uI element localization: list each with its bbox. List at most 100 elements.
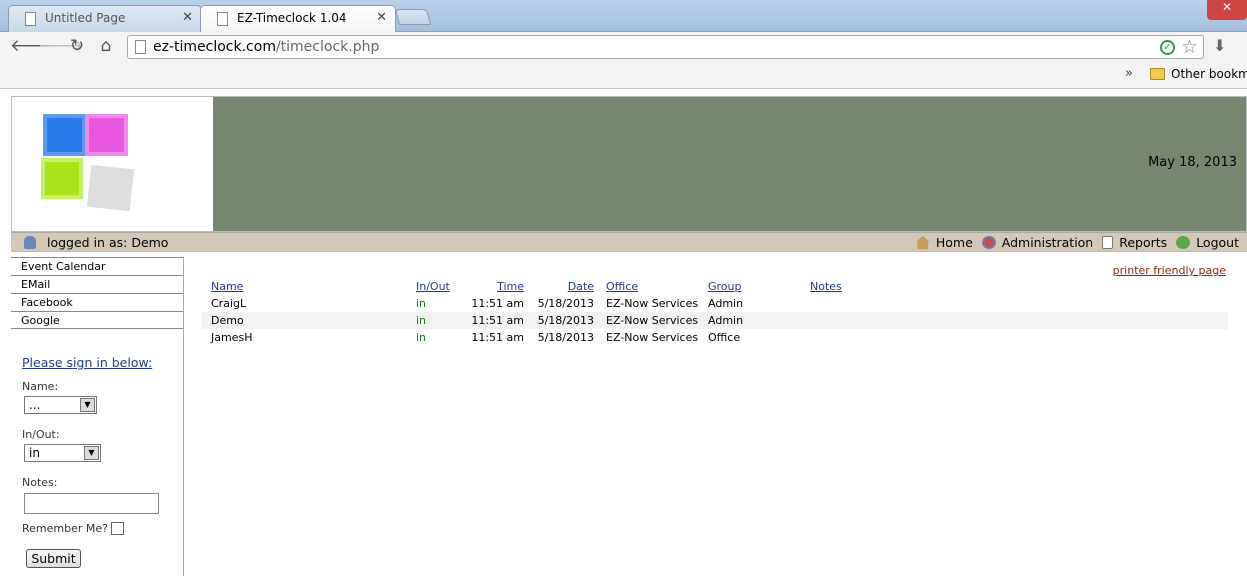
new-tab-button[interactable]: [394, 9, 432, 25]
cell-name: JamesH: [211, 331, 253, 344]
sidebar-link-email[interactable]: EMail: [11, 275, 183, 293]
cell-date: 5/18/2013: [537, 331, 594, 344]
notes-label: Notes:: [22, 476, 58, 489]
forward-arrow-icon[interactable]: 🡒: [38, 36, 84, 56]
home-icon: [915, 236, 930, 249]
browser-tab-ez-timeclock[interactable]: EZ-Timeclock 1.04 ✕: [200, 5, 396, 33]
reports-icon: [1102, 236, 1114, 249]
cell-name: Demo: [211, 314, 244, 327]
logo-square-green: [41, 158, 83, 199]
cell-time: 11:51 am: [471, 314, 524, 327]
cell-group: Admin: [708, 314, 744, 327]
column-header-name[interactable]: Name: [211, 280, 243, 293]
logo-square-blue: [43, 114, 86, 156]
notes-input[interactable]: [24, 493, 159, 514]
nav-logout-label: Logout: [1196, 235, 1239, 250]
cell-office: EZ-Now Services: [606, 297, 699, 310]
timeclock-table: Name In/Out Time Date Office Group Notes…: [202, 278, 1228, 346]
window-close-button[interactable]: ✕: [1207, 0, 1247, 20]
back-arrow-icon[interactable]: 🡐: [10, 36, 56, 56]
table-row: CraigL in 11:51 am 5/18/2013 EZ-Now Serv…: [202, 295, 1228, 312]
browser-tab-untitled[interactable]: Untitled Page ✕: [8, 5, 202, 32]
cell-group: Admin: [708, 297, 744, 310]
name-select[interactable]: ... ▼: [24, 396, 97, 414]
bookmarks-bar: » Other bookmarks: [0, 62, 1247, 89]
reload-icon[interactable]: ↻: [67, 36, 87, 56]
address-bar[interactable]: ez-timeclock.com/timeclock.php ✓ ☆: [127, 35, 1204, 59]
cell-office: EZ-Now Services: [606, 331, 699, 344]
name-select-value: ...: [29, 398, 41, 412]
cell-date: 5/18/2013: [537, 297, 594, 310]
inout-select-value: in: [29, 446, 40, 460]
chevron-down-icon: ▼: [84, 446, 99, 460]
sidebar-link-facebook[interactable]: Facebook: [11, 293, 183, 311]
cell-time: 11:51 am: [471, 297, 524, 310]
submit-button[interactable]: Submit: [26, 549, 81, 568]
column-header-group[interactable]: Group: [708, 280, 742, 293]
cell-inout: in: [416, 331, 427, 344]
page-icon: [25, 12, 36, 26]
top-nav: Home Administration Reports Logout: [915, 235, 1239, 250]
site-header: May 18, 2013: [11, 96, 1247, 232]
page-icon: [217, 12, 228, 26]
browser-toolbar: 🡐 🡒 ↻ ⌂ ez-timeclock.com/timeclock.php ✓…: [0, 32, 1247, 62]
close-tab-icon[interactable]: ✕: [376, 10, 387, 25]
inout-select[interactable]: in ▼: [24, 444, 101, 462]
nav-logout[interactable]: Logout: [1176, 235, 1239, 250]
nav-home[interactable]: Home: [915, 235, 973, 250]
sidebar-link-event-calendar[interactable]: Event Calendar: [11, 257, 183, 275]
column-header-notes[interactable]: Notes: [810, 280, 842, 293]
site-logo: [12, 97, 213, 231]
cell-inout: in: [416, 297, 427, 310]
administration-icon: [981, 236, 996, 249]
cell-inout: in: [416, 314, 427, 327]
download-icon[interactable]: ⬇: [1213, 36, 1226, 55]
cell-date: 5/18/2013: [537, 314, 594, 327]
logged-in-label: logged in as: Demo: [47, 235, 169, 250]
column-header-date[interactable]: Date: [568, 280, 594, 293]
browser-tab-strip: Untitled Page ✕ EZ-Timeclock 1.04 ✕ ✕: [0, 0, 1247, 33]
column-header-inout[interactable]: In/Out: [416, 280, 450, 293]
cell-time: 11:51 am: [471, 331, 524, 344]
home-icon[interactable]: ⌂: [96, 36, 116, 56]
bookmark-star-icon[interactable]: ☆: [1181, 36, 1198, 58]
user-icon: [24, 236, 36, 249]
page-viewport: May 18, 2013 logged in as: Demo Home Adm…: [0, 90, 1247, 576]
cell-group: Office: [708, 331, 741, 344]
folder-icon: [1150, 68, 1165, 80]
close-tab-icon[interactable]: ✕: [182, 10, 193, 25]
table-row: Demo in 11:51 am 5/18/2013 EZ-Now Servic…: [202, 312, 1228, 329]
remember-me-checkbox[interactable]: [111, 522, 124, 535]
remember-me-label: Remember Me?: [22, 522, 108, 535]
nav-reports-label: Reports: [1119, 235, 1168, 250]
sidebar-link-google[interactable]: Google: [11, 311, 183, 329]
check-icon: ✓: [1160, 40, 1175, 55]
chevron-down-icon: ▼: [80, 398, 95, 412]
logout-icon: [1176, 236, 1191, 249]
nav-administration[interactable]: Administration: [981, 235, 1094, 250]
inout-label: In/Out:: [22, 428, 60, 441]
logo-square-pink: [85, 114, 128, 156]
table-header-row: Name In/Out Time Date Office Group Notes: [202, 278, 1228, 295]
url-text[interactable]: ez-timeclock.com/timeclock.php: [153, 39, 379, 55]
tab-title: Untitled Page: [45, 11, 126, 25]
signin-heading[interactable]: Please sign in below:: [22, 355, 152, 370]
nav-administration-label: Administration: [1001, 235, 1094, 250]
printer-friendly-link[interactable]: printer friendly page: [1113, 264, 1226, 277]
nav-reports[interactable]: Reports: [1102, 235, 1167, 250]
logo-square-grey: [86, 164, 135, 212]
other-bookmarks-link[interactable]: Other bookmarks: [1171, 67, 1247, 81]
cell-name: CraigL: [211, 297, 247, 310]
bookmarks-overflow-button[interactable]: »: [1125, 66, 1133, 81]
name-label: Name:: [22, 380, 59, 393]
table-row: JamesH in 11:51 am 5/18/2013 EZ-Now Serv…: [202, 329, 1228, 346]
column-header-time[interactable]: Time: [497, 280, 524, 293]
cell-office: EZ-Now Services: [606, 314, 699, 327]
tab-title: EZ-Timeclock 1.04: [237, 11, 347, 25]
header-date: May 18, 2013: [1148, 155, 1237, 170]
nav-home-label: Home: [935, 235, 973, 250]
page-icon: [135, 40, 146, 54]
sidebar: Event Calendar EMail Facebook Google Ple…: [11, 257, 184, 576]
user-bar: logged in as: Demo Home Administration R…: [11, 232, 1247, 252]
column-header-office[interactable]: Office: [606, 280, 638, 293]
